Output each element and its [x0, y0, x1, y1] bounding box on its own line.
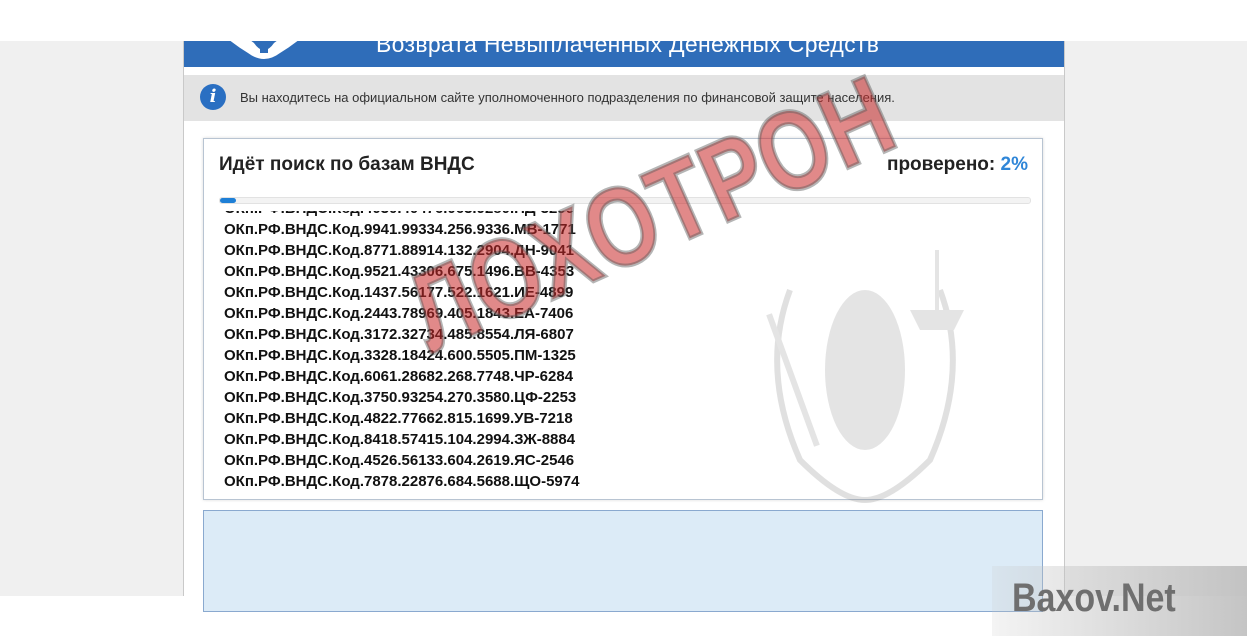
header-title: Возврата Невыплаченных Денежных Средств — [376, 41, 880, 57]
site-watermark: Baxov.Net — [992, 566, 1247, 636]
code-line: ОКп.РФ.ВНДС.Код.7878.22876.684.5688.ЩО-5… — [224, 473, 580, 490]
site-header: Возврата Невыплаченных Денежных Средств — [184, 41, 1064, 67]
code-line: ОКп.РФ.ВНДС.Код.8418.57415.104.2994.ЗЖ-8… — [224, 431, 576, 448]
code-line: ОКп.РФ.ВНДС.Код.4526.56133.604.2619.ЯС-2… — [224, 452, 575, 469]
checked-value: 2% — [1000, 154, 1028, 175]
watermark-text: Baxov.Net — [1012, 576, 1176, 620]
search-title: Идёт поиск по базам ВНДС — [219, 154, 475, 175]
progress-fill — [220, 198, 237, 203]
justice-emblem-icon — [766, 250, 964, 503]
eagle-emblem-icon — [230, 41, 298, 59]
code-line: ОКп.РФ.ВНДС.Код.6061.28682.268.7748.ЧР-6… — [224, 368, 574, 385]
info-notice: i Вы находитесь на официальном сайте упо… — [184, 75, 1064, 121]
code-line: ОКп.РФ.ВНДС.Код.3750.93254.270.3580.ЦФ-2… — [224, 389, 577, 406]
info-icon: i — [200, 84, 226, 110]
code-line: ОКп.РФ.ВНДС.Код.4822.77662.815.1699.УВ-7… — [224, 410, 573, 427]
result-panel — [203, 510, 1043, 612]
